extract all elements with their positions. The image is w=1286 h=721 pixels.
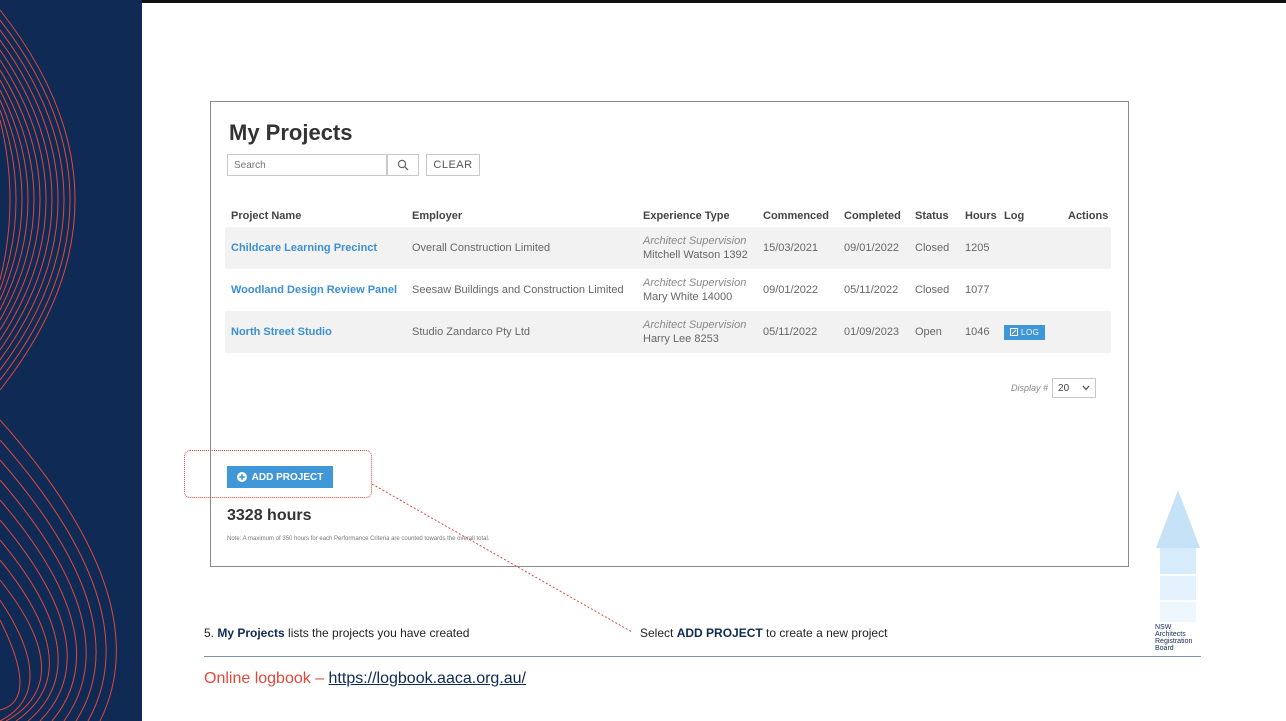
footer-prefix: Online logbook – [204,670,329,687]
select-prefix: Select [640,626,677,640]
logbook-link[interactable]: https://logbook.aaca.org.au/ [329,670,526,687]
select-caption: Select ADD PROJECT to create a new proje… [640,626,887,640]
select-rest: to create a new project [762,626,888,640]
callout-pointer [371,483,633,633]
logo-wordmark: NSW Architects Registration Board [1155,624,1215,652]
step-caption: 5. My Projects lists the projects you ha… [204,626,469,640]
footer-divider [204,656,1201,657]
logo-line: NSW [1155,624,1172,631]
step-bold: My Projects [217,626,285,640]
select-bold: ADD PROJECT [676,626,763,640]
logo-line: Architects [1155,631,1186,638]
footer-text: Online logbook – https://logbook.aaca.or… [204,670,526,688]
logo-line: Board [1155,645,1174,652]
step-prefix: 5. [204,626,218,640]
step-rest: lists the projects you have created [284,626,470,640]
logo-line: Registration [1155,638,1193,645]
